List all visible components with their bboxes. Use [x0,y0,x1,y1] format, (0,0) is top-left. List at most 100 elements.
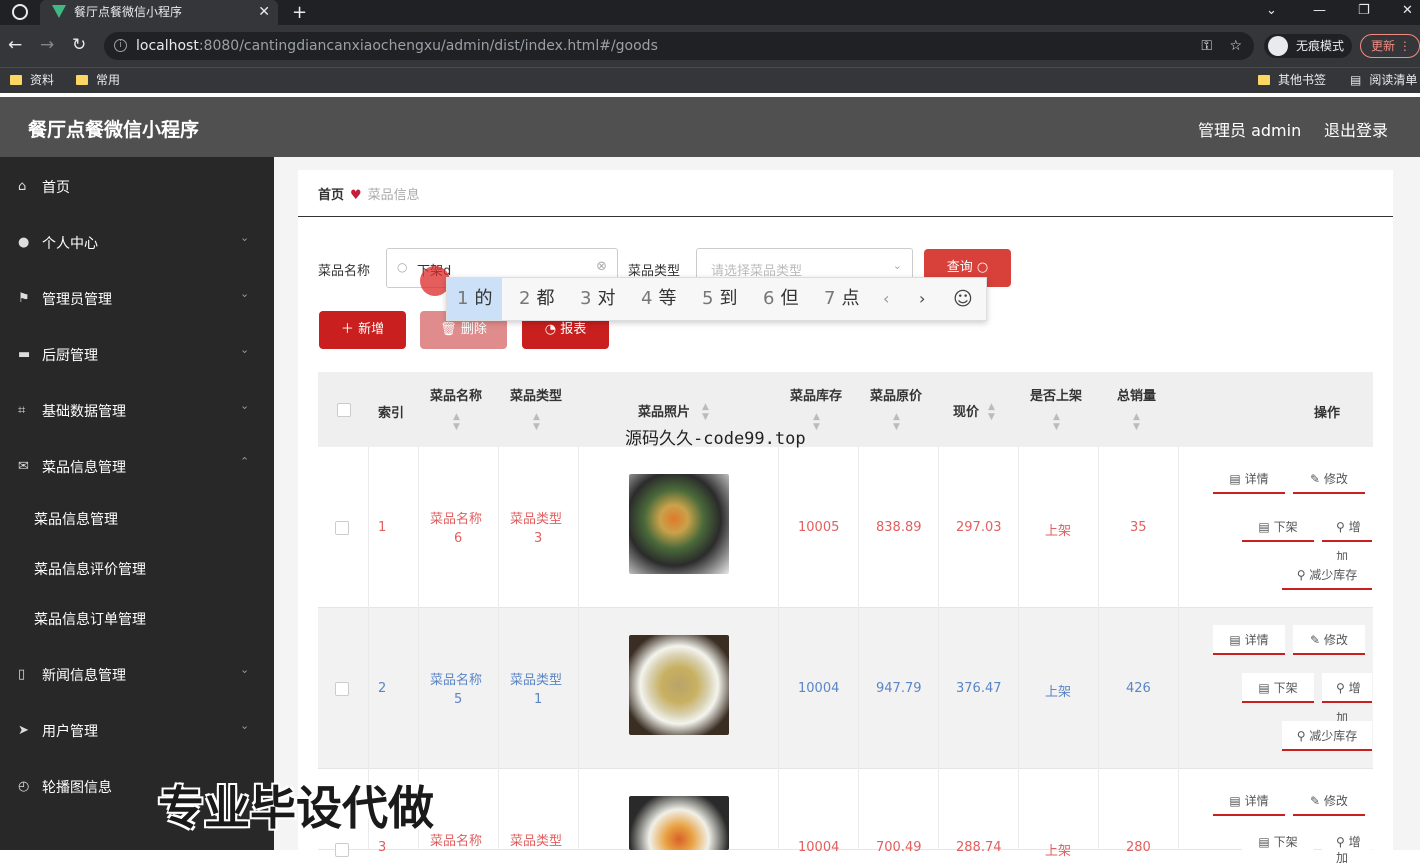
clear-icon[interactable]: ⊗ [596,259,607,274]
ime-candidate[interactable]: 7点 [814,278,869,320]
th-photo[interactable]: 菜品照片 [638,401,690,420]
sidebar-subitem-dish-order[interactable]: 菜品信息订单管理 [0,593,274,643]
reduce-stock-button[interactable]: ⚲ 减少库存 [1282,560,1372,590]
bookmark-folder-ziliao[interactable]: 资料 [10,68,54,92]
cell-price: 297.03 [956,520,1002,535]
detail-button[interactable]: ▤ 详情 [1213,786,1285,816]
back-icon[interactable]: ← [8,35,22,55]
ime-candidate[interactable]: 4等 [631,278,686,320]
detail-button[interactable]: ▤ 详情 [1213,625,1285,655]
sort-icon[interactable]: ▲ ▼ [533,412,540,432]
sidebar-item-home[interactable]: ⌂ 首页 [0,157,274,213]
cell-orig-price: 700.49 [876,840,922,855]
incognito-badge[interactable]: 无痕模式 [1264,34,1353,58]
sidebar-subitem-label: 菜品信息管理 [34,512,118,528]
unshelf-button[interactable]: ▤ 下架 [1242,512,1314,542]
dish-photo[interactable] [629,635,729,735]
sort-icon[interactable]: ▲ ▼ [893,412,900,432]
update-button[interactable]: 更新 ⋮ [1360,34,1420,58]
sidebar-subitem-dish-review[interactable]: 菜品信息评价管理 [0,543,274,593]
ime-candidate[interactable]: 6但 [753,278,808,320]
ime-prev-icon[interactable]: ‹ [883,278,889,320]
sort-icon[interactable]: ▲ ▼ [1053,412,1060,432]
increase-stock-button[interactable]: ⚲ 增加 [1322,512,1372,564]
sidebar-item-news[interactable]: ▯ 新闻信息管理 ⌄ [0,645,274,701]
dish-photo[interactable] [629,474,729,574]
th-stock[interactable]: 菜品库存 [790,385,842,404]
ime-next-icon[interactable]: › [919,278,925,320]
select-all-checkbox[interactable] [337,403,351,417]
row-checkbox[interactable] [335,521,349,535]
add-button[interactable]: ＋ 新增 [319,311,406,349]
browser-menu-icon[interactable] [12,4,28,20]
breadcrumb-home[interactable]: 首页 [318,188,344,203]
sidebar-item-basic-data[interactable]: ⌗ 基础数据管理 ⌄ [0,381,274,437]
close-window-icon[interactable]: ✕ [1402,0,1413,22]
ime-candidate[interactable]: 5到 [692,278,747,320]
sort-icon[interactable]: ▲ ▼ [702,402,709,422]
op-label: 下架 [1273,835,1298,849]
sort-icon[interactable]: ▲ ▼ [988,402,995,422]
vue-logo-icon [52,5,66,18]
sidebar-item-dish-info[interactable]: ✉ 菜品信息管理 ⌃ [0,437,274,493]
increase-stock-button[interactable]: ⚲ 增加 [1322,673,1372,725]
ime-candidate[interactable]: 3对 [570,278,625,320]
breadcrumb-current: 菜品信息 [367,188,420,203]
unshelf-button[interactable]: ▤ 下架 [1242,673,1314,703]
address-bar-row: ← → ↻ i localhost:8080/cantingdiancanxia… [0,25,1420,67]
unshelf-button[interactable]: ▤ 下架 [1242,834,1314,850]
cell-orig-price: 947.79 [876,681,922,696]
browser-tab[interactable]: 餐厅点餐微信小程序 ✕ [40,0,278,25]
sidebar-item-kitchen-mgmt[interactable]: ▬ 后厨管理 ⌄ [0,325,274,381]
cell-sales: 35 [1130,520,1147,535]
sort-icon[interactable]: ▲ ▼ [1133,412,1140,432]
minimize-icon[interactable]: — [1313,0,1326,22]
sort-icon[interactable]: ▲ ▼ [453,412,460,432]
site-info-icon[interactable]: i [114,39,127,52]
sort-icon[interactable]: ▲ ▼ [813,412,820,432]
th-on-shelf[interactable]: 是否上架 [1030,385,1082,404]
cell-name: 菜品名称 [430,512,483,527]
emoji-icon[interactable]: ☺ [953,278,973,320]
tab-search-icon[interactable]: ⌄ [1266,0,1277,22]
reduce-stock-button[interactable]: ⚲ 减少库存 [1282,721,1372,751]
sidebar-item-admin-mgmt[interactable]: ⚑ 管理员管理 ⌄ [0,269,274,325]
edit-button[interactable]: ✎ 修改 [1293,786,1365,816]
forward-icon[interactable]: → [40,35,54,55]
ime-candidate[interactable]: 1的 [447,278,503,320]
url-field[interactable]: i localhost:8080/cantingdiancanxiaocheng… [104,32,1254,60]
th-orig-price[interactable]: 菜品原价 [870,385,922,404]
sidebar-subitem-dish-mgmt[interactable]: 菜品信息管理 [0,493,274,543]
cell-type-suffix: 1 [534,692,543,707]
column-divider [858,447,859,850]
password-key-icon[interactable]: ⚿ [1201,32,1212,60]
bookmark-folder-changyong[interactable]: 常用 [76,68,120,92]
dish-photo[interactable] [629,796,729,850]
row-checkbox[interactable] [335,843,349,857]
th-price[interactable]: 现价 [953,401,979,420]
trash-icon: 🗑 [440,322,457,337]
cell-stock: 10004 [798,840,840,855]
sidebar-item-users[interactable]: ➤ 用户管理 ⌄ [0,701,274,757]
edit-button[interactable]: ✎ 修改 [1293,625,1365,655]
th-sales[interactable]: 总销量 [1117,385,1156,404]
op-label: 下架 [1273,520,1298,534]
folder-icon [76,75,88,85]
sidebar-item-personal-center[interactable]: ● 个人中心 ⌄ [0,213,274,269]
logout-link[interactable]: 退出登录 [1324,117,1388,141]
cell-index: 2 [378,681,387,696]
bookmark-star-icon[interactable]: ☆ [1229,32,1242,60]
restore-icon[interactable]: ❐ [1358,0,1370,22]
reading-list[interactable]: ▤ 阅读清单 [1350,68,1417,92]
new-tab-icon[interactable]: + [292,0,307,25]
reload-icon[interactable]: ↻ [72,35,86,55]
increase-stock-button[interactable]: ⚲ 增加 [1322,834,1372,865]
edit-button[interactable]: ✎ 修改 [1293,464,1365,494]
bookmark-folder-other[interactable]: 其他书签 [1258,68,1326,92]
ime-candidate[interactable]: 2都 [509,278,564,320]
detail-button[interactable]: ▤ 详情 [1213,464,1285,494]
th-type[interactable]: 菜品类型 [510,385,562,404]
close-tab-icon[interactable]: ✕ [258,0,270,25]
row-checkbox[interactable] [335,682,349,696]
th-name[interactable]: 菜品名称 [430,385,482,404]
